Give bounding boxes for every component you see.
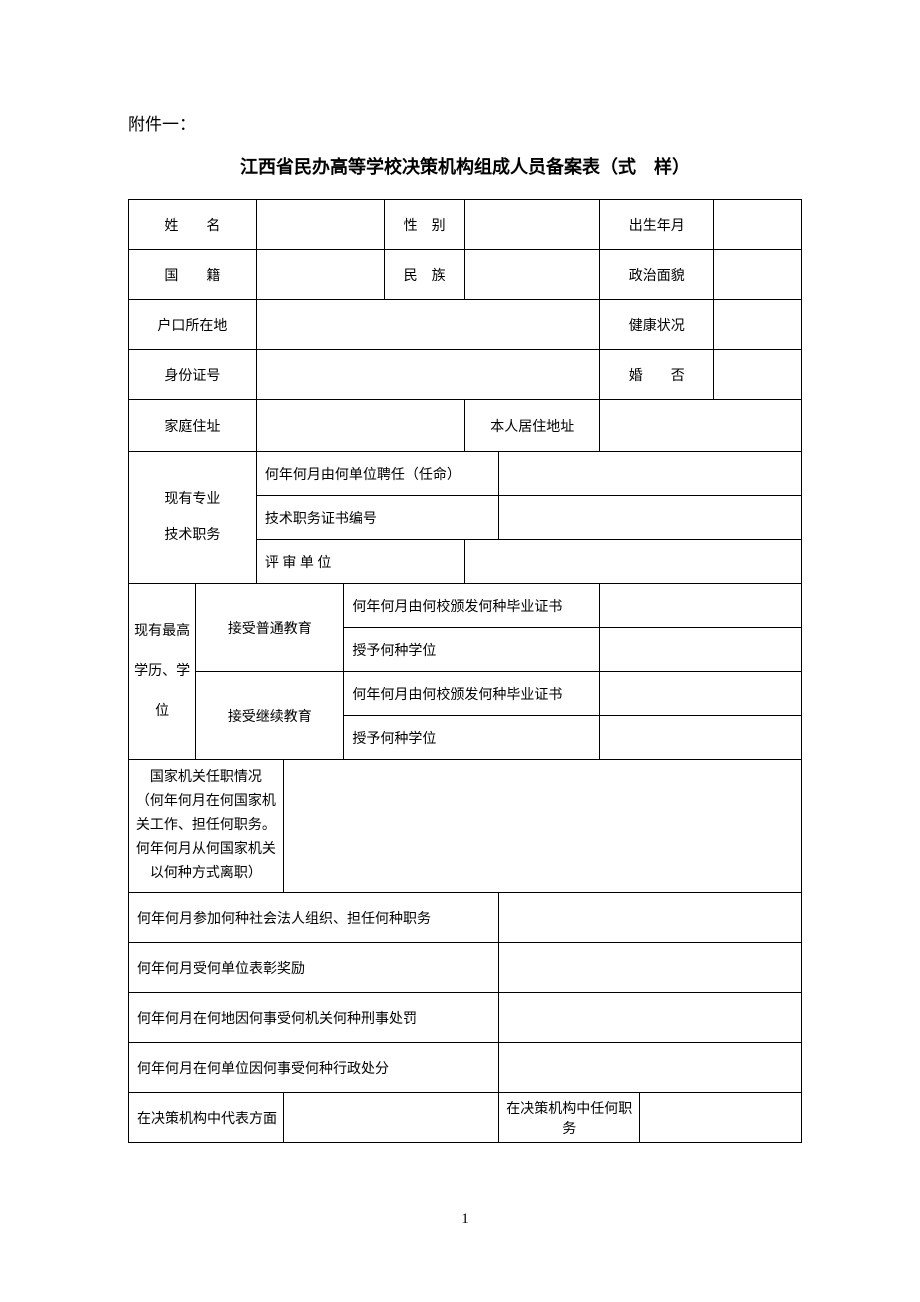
label-edu-header: 现有最高 学历、学位 bbox=[129, 584, 196, 760]
field-hukou bbox=[256, 300, 599, 350]
field-home-addr bbox=[256, 400, 465, 452]
field-health bbox=[714, 300, 802, 350]
label-hukou: 户口所在地 bbox=[129, 300, 257, 350]
label-criminal: 何年何月在何地因何事受何机关何种刑事处罚 bbox=[129, 993, 499, 1043]
field-name bbox=[256, 200, 384, 250]
attachment-label: 附件一： bbox=[128, 110, 802, 135]
label-tech-header: 现有专业 技术职务 bbox=[129, 452, 257, 584]
label-curr-addr: 本人居住地址 bbox=[465, 400, 600, 452]
field-tech-appointed bbox=[499, 452, 802, 496]
label-name: 姓 名 bbox=[129, 200, 257, 250]
label-health: 健康状况 bbox=[600, 300, 714, 350]
label-gov-service: 国家机关任职情况 （何年何月在何国家机关工作、担任何职务。何年何月从何国家机关以… bbox=[129, 760, 284, 893]
label-awards: 何年何月受何单位表彰奖励 bbox=[129, 943, 499, 993]
field-nationality bbox=[256, 250, 384, 300]
label-rep-aspect: 在决策机构中代表方面 bbox=[129, 1093, 284, 1143]
label-id: 身份证号 bbox=[129, 350, 257, 400]
field-id bbox=[256, 350, 599, 400]
label-nationality: 国 籍 bbox=[129, 250, 257, 300]
label-tech-review-unit: 评 审 单 位 bbox=[256, 540, 465, 584]
label-tech-certno: 技术职务证书编号 bbox=[256, 496, 498, 540]
field-edu-gen-degree bbox=[600, 628, 802, 672]
field-edu-cont-degree bbox=[600, 716, 802, 760]
label-home-addr: 家庭住址 bbox=[129, 400, 257, 452]
label-birth: 出生年月 bbox=[600, 200, 714, 250]
field-curr-addr bbox=[600, 400, 802, 452]
label-admin-penalty: 何年何月在何单位因何事受何种行政处分 bbox=[129, 1043, 499, 1093]
field-ethnic bbox=[465, 250, 600, 300]
field-tech-certno bbox=[499, 496, 802, 540]
label-edu-cont: 接受继续教育 bbox=[196, 672, 344, 760]
label-edu-gen-degree: 授予何种学位 bbox=[344, 628, 600, 672]
label-edu-cont-cert: 何年何月由何校颁发何种毕业证书 bbox=[344, 672, 600, 716]
field-admin-penalty bbox=[499, 1043, 802, 1093]
label-gender: 性 别 bbox=[384, 200, 465, 250]
field-rep-position bbox=[640, 1093, 802, 1143]
label-rep-position: 在决策机构中任何职务 bbox=[499, 1093, 640, 1143]
field-gender bbox=[465, 200, 600, 250]
field-criminal bbox=[499, 993, 802, 1043]
field-edu-cont-cert bbox=[600, 672, 802, 716]
registration-form-table: 姓 名 性 别 出生年月 国 籍 民 族 政治面貌 户口所在地 健康状况 身份证… bbox=[128, 199, 802, 1143]
field-birth bbox=[714, 200, 802, 250]
document-title: 江西省民办高等学校决策机构组成人员备案表（式 样） bbox=[128, 153, 802, 179]
label-edu-cont-degree: 授予何种学位 bbox=[344, 716, 600, 760]
page-number: 1 bbox=[128, 1211, 802, 1228]
label-org-join: 何年何月参加何种社会法人组织、担任何种职务 bbox=[129, 893, 499, 943]
label-edu-general: 接受普通教育 bbox=[196, 584, 344, 672]
field-awards bbox=[499, 943, 802, 993]
field-org-join bbox=[499, 893, 802, 943]
label-tech-appointed: 何年何月由何单位聘任（任命） bbox=[256, 452, 498, 496]
field-tech-review-unit bbox=[465, 540, 802, 584]
field-edu-gen-cert bbox=[600, 584, 802, 628]
label-edu-gen-cert: 何年何月由何校颁发何种毕业证书 bbox=[344, 584, 600, 628]
field-marital bbox=[714, 350, 802, 400]
label-politics: 政治面貌 bbox=[600, 250, 714, 300]
field-gov-service bbox=[283, 760, 801, 893]
label-marital: 婚 否 bbox=[600, 350, 714, 400]
field-politics bbox=[714, 250, 802, 300]
label-ethnic: 民 族 bbox=[384, 250, 465, 300]
field-rep-aspect bbox=[283, 1093, 498, 1143]
